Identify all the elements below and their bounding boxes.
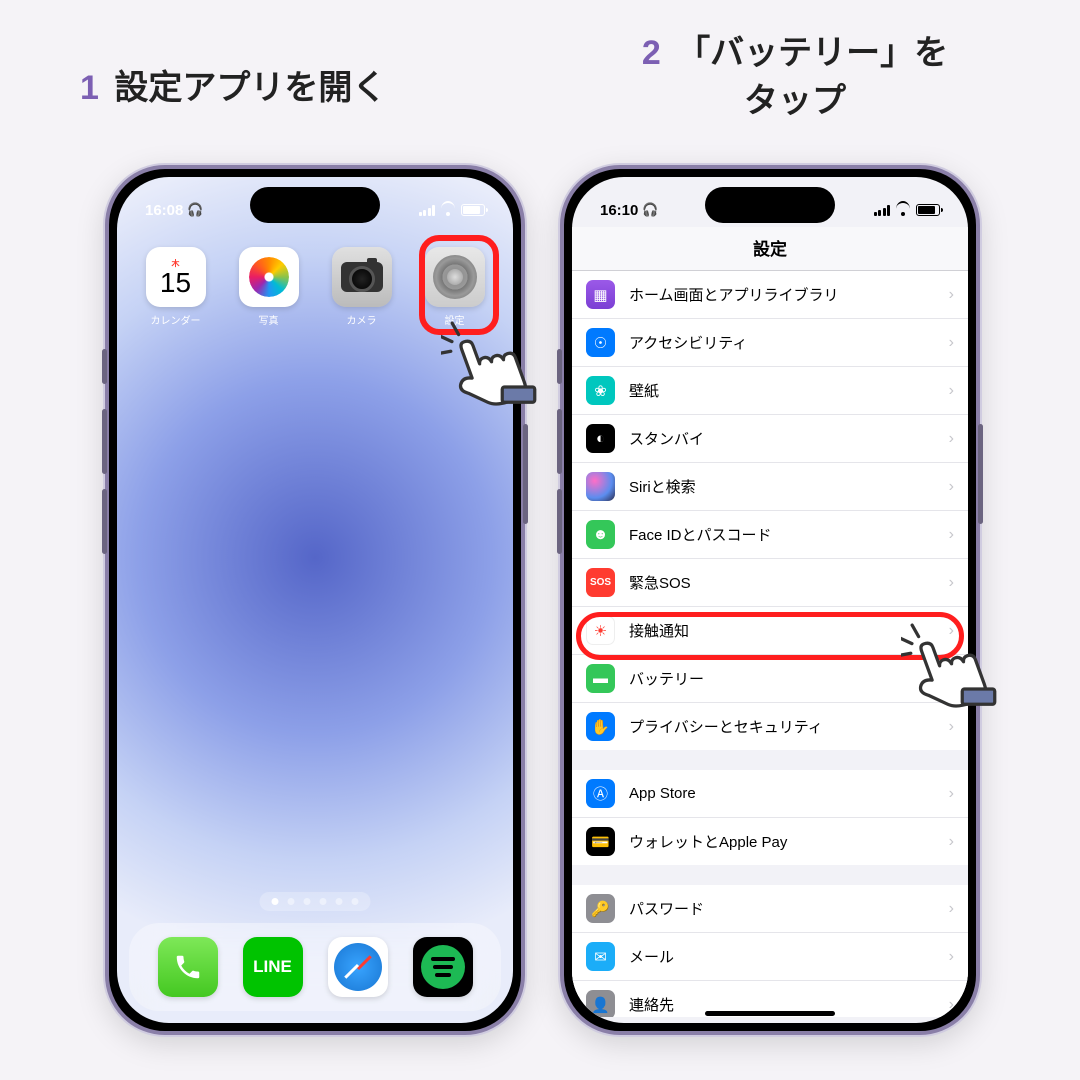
- status-time: 16:10: [600, 202, 638, 219]
- chevron-right-icon: ›: [949, 382, 954, 400]
- step2-text: 「バッテリー」を タップ: [676, 34, 948, 120]
- chevron-right-icon: ›: [949, 334, 954, 352]
- volume-up-button: [557, 409, 562, 474]
- settings-row-sos[interactable]: SOS 緊急SOS ›: [572, 559, 968, 607]
- wallet-icon: 💳: [586, 827, 615, 856]
- side-button: [557, 349, 562, 384]
- line-app-icon[interactable]: LINE: [243, 937, 303, 997]
- settings-row-faceid[interactable]: ☻ Face IDとパスコード ›: [572, 511, 968, 559]
- settings-row-wallpaper[interactable]: ❀ 壁紙 ›: [572, 367, 968, 415]
- battery-status-icon: [916, 204, 940, 216]
- app-photos[interactable]: 写真: [234, 247, 303, 327]
- step2-heading: 2 「バッテリー」を タップ: [565, 30, 1025, 125]
- photos-icon: [239, 247, 299, 307]
- sos-icon: SOS: [586, 568, 615, 597]
- settings-row-accessibility[interactable]: ☉ アクセシビリティ ›: [572, 319, 968, 367]
- tap-hand-icon: [441, 309, 551, 444]
- spotify-app-icon[interactable]: [413, 937, 473, 997]
- password-icon: 🔑: [586, 894, 615, 923]
- chevron-right-icon: ›: [949, 574, 954, 592]
- appstore-icon: Ⓐ: [586, 779, 615, 808]
- safari-app-icon[interactable]: [328, 937, 388, 997]
- app-camera[interactable]: カメラ: [327, 247, 396, 327]
- step1-text: 設定アプリを開く: [114, 69, 386, 107]
- home-indicator[interactable]: [705, 1011, 835, 1016]
- phone-app-icon[interactable]: [158, 937, 218, 997]
- phone-mockup-1: 16:08 🎧 木 15 カレンダー 写真: [105, 165, 525, 1035]
- settings-row-siri[interactable]: Siriと検索 ›: [572, 463, 968, 511]
- volume-up-button: [102, 409, 107, 474]
- app-label: 写真: [259, 312, 279, 327]
- calendar-icon: 木 15: [146, 247, 206, 307]
- headphones-icon: 🎧: [187, 202, 203, 218]
- battery-status-icon: [461, 204, 485, 216]
- chevron-right-icon: ›: [949, 526, 954, 544]
- faceid-icon: ☻: [586, 520, 615, 549]
- wifi-icon: [895, 204, 911, 216]
- status-bar: 16:08 🎧: [117, 177, 513, 227]
- volume-down-button: [557, 489, 562, 554]
- settings-row-appstore[interactable]: Ⓐ App Store ›: [572, 770, 968, 818]
- app-label: カメラ: [347, 312, 377, 327]
- settings-row-home[interactable]: ▦ ホーム画面とアプリライブラリ ›: [572, 271, 968, 319]
- status-bar: 16:10 🎧: [572, 177, 968, 227]
- status-time: 16:08: [145, 202, 183, 219]
- chevron-right-icon: ›: [949, 900, 954, 918]
- mail-icon: ✉: [586, 942, 615, 971]
- nav-title: 設定: [572, 227, 968, 271]
- app-calendar[interactable]: 木 15 カレンダー: [141, 247, 210, 327]
- chevron-right-icon: ›: [949, 833, 954, 851]
- wallpaper-icon: ❀: [586, 376, 615, 405]
- step1-number: 1: [80, 69, 99, 107]
- camera-icon: [332, 247, 392, 307]
- settings-row-mail[interactable]: ✉ メール ›: [572, 933, 968, 981]
- home-icon: ▦: [586, 280, 615, 309]
- volume-down-button: [102, 489, 107, 554]
- app-label: カレンダー: [151, 312, 201, 327]
- settings-row-password[interactable]: 🔑 パスワード ›: [572, 885, 968, 933]
- chevron-right-icon: ›: [949, 430, 954, 448]
- siri-icon: [586, 472, 615, 501]
- cellular-signal-icon: [419, 205, 436, 216]
- headphones-icon: 🎧: [642, 202, 658, 218]
- tap-hand-icon: [901, 611, 1011, 746]
- settings-row-wallet[interactable]: 💳 ウォレットとApple Pay ›: [572, 818, 968, 865]
- side-button: [102, 349, 107, 384]
- step1-heading: 1 設定アプリを開く: [80, 60, 386, 109]
- step2-number: 2: [642, 34, 661, 72]
- settings-row-standby[interactable]: ◐ スタンバイ ›: [572, 415, 968, 463]
- accessibility-icon: ☉: [586, 328, 615, 357]
- chevron-right-icon: ›: [949, 996, 954, 1014]
- wifi-icon: [440, 204, 456, 216]
- chevron-right-icon: ›: [949, 478, 954, 496]
- settings-screen: 16:10 🎧 設定 ▦ ホーム画面とアプリライブラリ › ☉ アクセシビリティ: [572, 177, 968, 1023]
- phone-mockup-2: 16:10 🎧 設定 ▦ ホーム画面とアプリライブラリ › ☉ アクセシビリティ: [560, 165, 980, 1035]
- page-indicator[interactable]: [260, 892, 371, 911]
- cellular-signal-icon: [874, 205, 891, 216]
- chevron-right-icon: ›: [949, 948, 954, 966]
- battery-icon: ▬: [586, 664, 615, 693]
- power-button: [978, 424, 983, 524]
- home-screen: 16:08 🎧 木 15 カレンダー 写真: [117, 177, 513, 1023]
- contacts-icon: 👤: [586, 990, 615, 1017]
- chevron-right-icon: ›: [949, 286, 954, 304]
- standby-icon: ◐: [586, 424, 615, 453]
- chevron-right-icon: ›: [949, 785, 954, 803]
- privacy-icon: ✋: [586, 712, 615, 741]
- dock: LINE: [129, 923, 501, 1011]
